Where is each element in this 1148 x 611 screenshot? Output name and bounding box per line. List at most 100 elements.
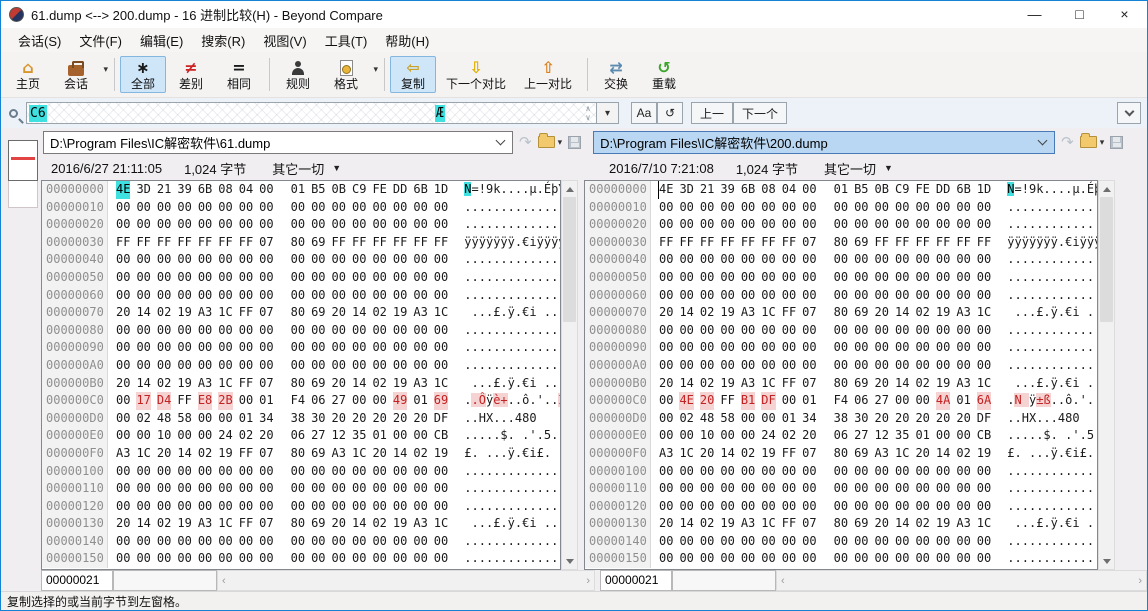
ascii-char[interactable]: ÿ [1087, 235, 1094, 249]
hex-byte[interactable]: 00 [936, 550, 950, 568]
hex-byte[interactable]: 00 [936, 463, 950, 481]
hex-byte[interactable]: 00 [834, 216, 848, 234]
hex-byte[interactable]: E8 [198, 392, 212, 410]
hex-byte[interactable]: FF [239, 515, 253, 533]
hex-byte[interactable]: 20 [116, 515, 130, 533]
hex-byte[interactable]: FF [218, 234, 232, 252]
ascii-char[interactable]: ' [529, 428, 536, 442]
hex-byte[interactable]: FF [782, 515, 796, 533]
hex-byte[interactable]: CB [977, 427, 991, 445]
hex-byte[interactable]: 00 [413, 269, 427, 287]
hex-byte[interactable]: 00 [116, 269, 130, 287]
hex-byte[interactable]: 00 [834, 251, 848, 269]
ascii-char[interactable]: . [1043, 551, 1050, 565]
ascii-char[interactable]: . [508, 323, 515, 337]
hex-byte[interactable]: 00 [332, 533, 346, 551]
ascii-char[interactable]: . [508, 464, 515, 478]
hex-byte[interactable]: 80 [834, 234, 848, 252]
ascii-char[interactable]: . [1014, 551, 1021, 565]
hex-byte[interactable]: CB [434, 427, 448, 445]
hex-byte[interactable]: A3 [116, 445, 130, 463]
hex-byte[interactable]: 00 [218, 322, 232, 340]
ascii-char[interactable]: . [529, 288, 536, 302]
ascii-char[interactable]: . [1087, 464, 1094, 478]
hex-byte[interactable]: 00 [393, 550, 407, 568]
hex-byte[interactable]: 00 [136, 550, 150, 568]
hex-byte[interactable]: 00 [956, 357, 970, 375]
hex-byte[interactable]: 00 [977, 216, 991, 234]
right-vertical-scrollbar[interactable] [1098, 180, 1115, 570]
hex-byte[interactable]: 00 [936, 199, 950, 217]
hex-byte[interactable]: 00 [936, 480, 950, 498]
hex-byte[interactable]: 00 [936, 287, 950, 305]
scroll-right-icon[interactable]: › [586, 575, 590, 587]
ascii-char[interactable] [1080, 305, 1087, 319]
ascii-char[interactable]: ß [1043, 393, 1050, 407]
hex-byte[interactable]: 07 [259, 445, 273, 463]
hex-byte[interactable]: 80 [291, 304, 305, 322]
hex-byte[interactable]: 00 [259, 251, 273, 269]
hex-byte[interactable]: 00 [434, 322, 448, 340]
hex-byte[interactable]: 00 [802, 339, 816, 357]
ascii-char[interactable]: . [479, 551, 486, 565]
hex-byte[interactable]: 69 [854, 304, 868, 322]
hex-byte[interactable]: 00 [413, 322, 427, 340]
hex-byte[interactable]: 14 [895, 515, 909, 533]
hex-byte[interactable]: 00 [782, 339, 796, 357]
hex-byte[interactable]: 17 [136, 392, 150, 410]
hex-byte[interactable]: 00 [875, 480, 889, 498]
hex-byte[interactable]: 14 [936, 445, 950, 463]
hex-byte[interactable]: 00 [915, 550, 929, 568]
ascii-char[interactable]: . [1022, 551, 1029, 565]
hex-byte[interactable]: 00 [136, 533, 150, 551]
left-horizontal-scrollbar[interactable]: ‹› [217, 570, 595, 591]
hex-byte[interactable]: 00 [659, 339, 673, 357]
hex-byte[interactable]: 00 [291, 269, 305, 287]
hex-byte[interactable]: FF [177, 234, 191, 252]
hex-byte[interactable]: FF [936, 234, 950, 252]
ascii-char[interactable]: . [1080, 481, 1087, 495]
hex-byte[interactable]: 19 [434, 445, 448, 463]
hex-byte[interactable]: 00 [875, 269, 889, 287]
hex-byte[interactable]: 00 [956, 498, 970, 516]
hex-byte[interactable]: 00 [936, 357, 950, 375]
ascii-char[interactable]: . [500, 516, 507, 530]
hex-byte[interactable]: 80 [834, 445, 848, 463]
hex-byte[interactable]: 00 [834, 199, 848, 217]
hex-byte[interactable]: 19 [936, 375, 950, 393]
ascii-char[interactable]: . [500, 217, 507, 231]
hex-byte[interactable]: FF [239, 375, 253, 393]
ascii-char[interactable]: . [1043, 446, 1050, 460]
hex-byte[interactable]: 00 [834, 550, 848, 568]
hex-byte[interactable]: C9 [895, 181, 909, 199]
hex-byte[interactable]: 00 [218, 480, 232, 498]
ascii-char[interactable]: ÿ [1051, 516, 1058, 530]
hex-byte[interactable]: 00 [332, 216, 346, 234]
ascii-char[interactable]: . [1051, 481, 1058, 495]
hex-byte[interactable]: 3D [136, 181, 150, 199]
hex-byte[interactable]: 00 [372, 480, 386, 498]
hex-byte[interactable]: 00 [741, 410, 755, 428]
hex-byte[interactable]: 00 [936, 339, 950, 357]
ascii-char[interactable]: . [471, 446, 478, 460]
hex-byte[interactable]: 00 [136, 427, 150, 445]
hex-byte[interactable]: FF [956, 234, 970, 252]
hex-byte[interactable]: 00 [854, 498, 868, 516]
hex-byte[interactable]: 00 [854, 339, 868, 357]
ascii-char[interactable]: . [537, 551, 544, 565]
toolbar-button-show-same[interactable]: =相同 [216, 56, 262, 93]
hex-byte[interactable]: 00 [659, 216, 673, 234]
hex-byte[interactable]: 00 [352, 199, 366, 217]
ascii-char[interactable]: . [500, 481, 507, 495]
ascii-char[interactable]: . [1087, 340, 1094, 354]
hex-byte[interactable]: 00 [116, 533, 130, 551]
ascii-char[interactable]: . [1080, 551, 1087, 565]
hex-byte[interactable]: 00 [434, 357, 448, 375]
hex-byte[interactable]: 20 [393, 410, 407, 428]
ascii-char[interactable]: . [544, 305, 551, 319]
ascii-char[interactable] [537, 376, 544, 390]
hex-byte[interactable]: FF [700, 234, 714, 252]
ascii-char[interactable]: . [529, 340, 536, 354]
hex-byte[interactable]: 07 [802, 304, 816, 322]
hex-byte[interactable]: 00 [434, 480, 448, 498]
